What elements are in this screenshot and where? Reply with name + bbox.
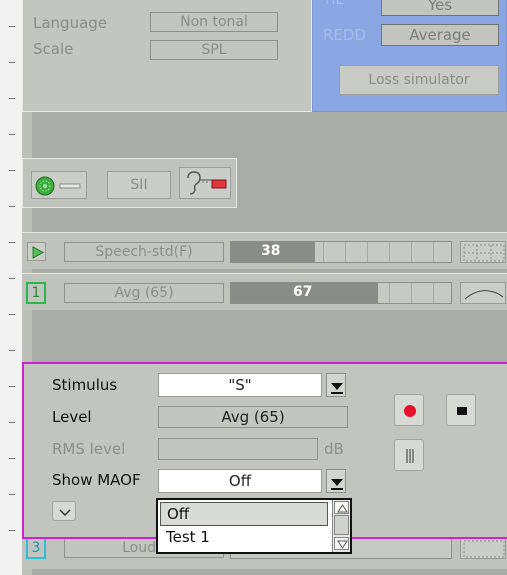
- vertical-lines-icon: [406, 449, 414, 463]
- rms-level-label: RMS level: [52, 440, 126, 458]
- record-button[interactable]: [394, 394, 424, 426]
- ear-probe-button[interactable]: [179, 167, 231, 199]
- language-field[interactable]: Non tonal: [150, 12, 278, 32]
- row-name-field[interactable]: Speech-std(F): [64, 242, 224, 262]
- hl-top-label: HL: [325, 0, 344, 8]
- signal-row-avg: 1 Avg (65) 67: [22, 273, 507, 310]
- show-maof-dropdown-button[interactable]: [326, 469, 346, 493]
- rms-level-field[interactable]: [158, 438, 318, 460]
- maof-options: Off Test 1: [158, 502, 330, 548]
- dropdown-scrollbar[interactable]: [332, 500, 350, 552]
- chevron-down-icon: [331, 479, 343, 490]
- sii-button[interactable]: SII: [107, 171, 171, 199]
- stimulus-select[interactable]: "S": [158, 373, 322, 397]
- pause-lines-button[interactable]: [394, 439, 424, 471]
- ear-probe-icon: [187, 171, 227, 195]
- scale-label: Scale: [33, 40, 74, 58]
- stimulus-dropdown-button[interactable]: [326, 373, 346, 397]
- hearing-loss-panel: HL Yes REDD Average Loss simulator: [312, 0, 507, 112]
- chevron-down-icon: [59, 509, 71, 517]
- scrollbar-thumb[interactable]: [334, 515, 349, 535]
- redd-field[interactable]: Average: [381, 24, 499, 46]
- level-label: Level: [52, 408, 92, 426]
- stop-icon: [457, 407, 467, 415]
- dotted-grid-icon: [463, 540, 505, 558]
- rms-unit-label: dB: [324, 440, 344, 458]
- record-icon: [404, 405, 416, 417]
- arrow-up-icon: [337, 504, 348, 513]
- signal-row-speech: Speech-std(F) 38: [22, 232, 507, 269]
- settings-panel: Language Non tonal Scale SPL: [22, 0, 312, 112]
- chevron-down-icon: [331, 383, 343, 394]
- play-icon: [32, 246, 45, 259]
- level-value: 38: [261, 243, 281, 259]
- show-maof-label: Show MAOF: [52, 471, 141, 489]
- redd-label: REDD: [323, 26, 367, 44]
- maof-option-off[interactable]: Off: [160, 502, 328, 526]
- row-index-badge[interactable]: 1: [26, 282, 46, 304]
- maof-option-test1[interactable]: Test 1: [160, 526, 328, 548]
- analysis-toolbar: SII: [22, 158, 237, 208]
- curve-icon: [464, 290, 504, 300]
- scroll-down-arrow[interactable]: [334, 537, 349, 550]
- level-bar: 67: [230, 282, 452, 304]
- grid-view-button[interactable]: [460, 241, 506, 263]
- speaker-toggle-button[interactable]: [31, 171, 87, 199]
- row-name-field[interactable]: Avg (65): [64, 283, 224, 303]
- arrow-down-icon: [337, 540, 348, 549]
- show-maof-select[interactable]: Off: [158, 469, 322, 493]
- row-index-badge[interactable]: 3: [26, 537, 46, 559]
- curve-view-button[interactable]: [460, 282, 506, 304]
- dotted-grid-icon: [463, 244, 505, 262]
- scale-field[interactable]: SPL: [150, 40, 278, 60]
- speaker-icon: [35, 176, 81, 196]
- left-edge-strip: [0, 0, 22, 575]
- level-field[interactable]: Avg (65): [158, 406, 348, 428]
- hl-top-field[interactable]: Yes: [381, 0, 499, 16]
- level-bar: 38: [230, 241, 452, 263]
- play-button[interactable]: [27, 242, 46, 261]
- stimulus-label: Stimulus: [52, 376, 118, 394]
- scroll-up-arrow[interactable]: [334, 501, 349, 514]
- stop-button[interactable]: [446, 394, 476, 426]
- level-value: 67: [293, 284, 313, 300]
- loss-simulator-button[interactable]: Loss simulator: [339, 65, 499, 95]
- grid-view-button[interactable]: [460, 537, 506, 559]
- language-label: Language: [33, 14, 108, 32]
- expand-button[interactable]: [52, 501, 76, 521]
- maof-dropdown-list: Off Test 1: [156, 498, 352, 554]
